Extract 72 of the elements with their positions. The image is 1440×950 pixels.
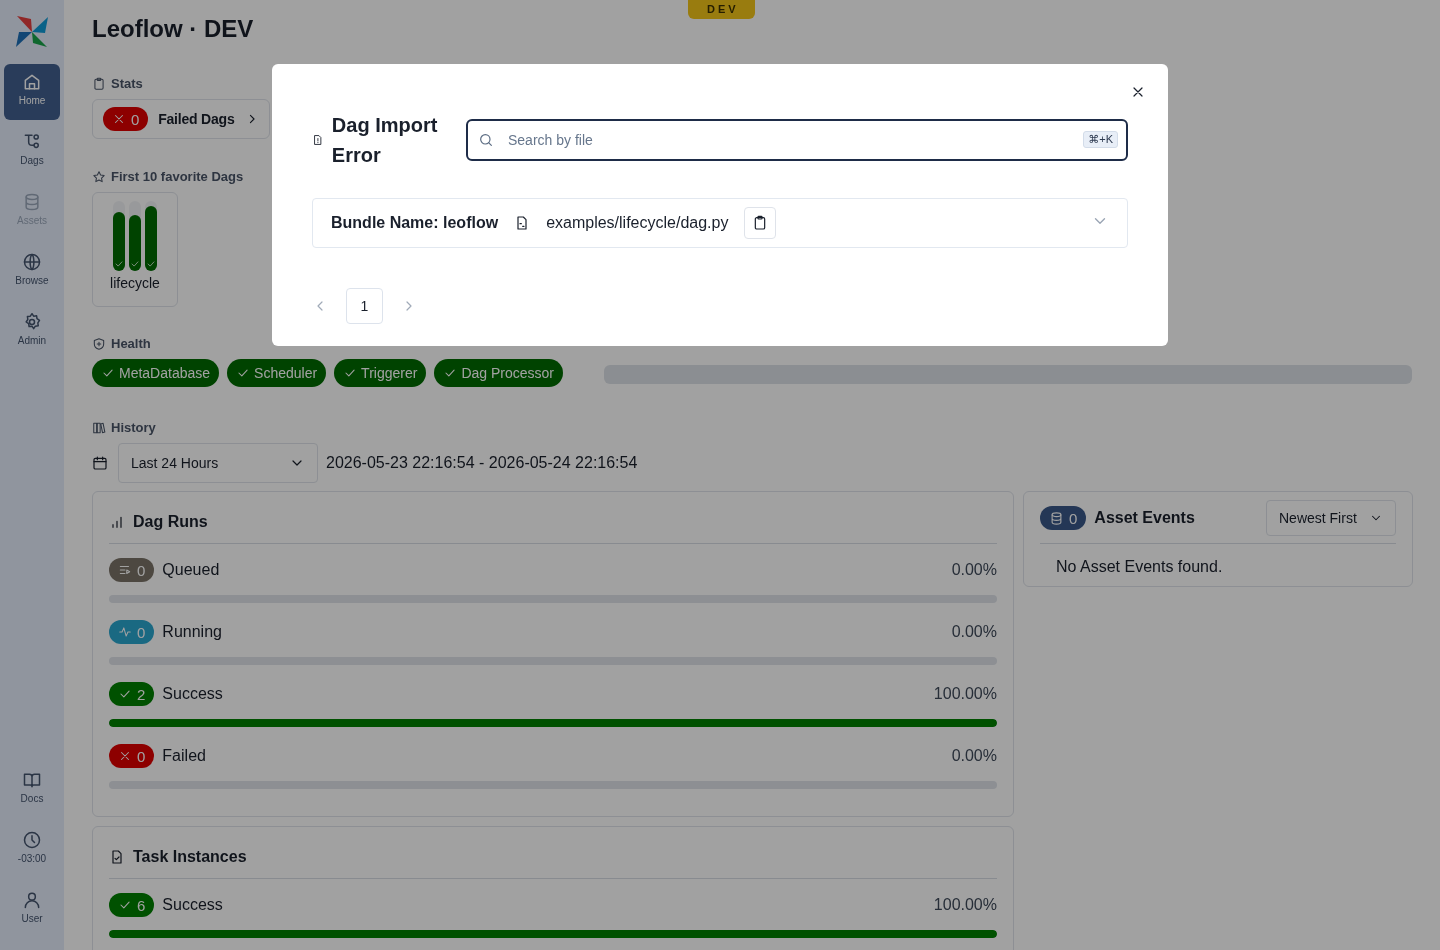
book-icon xyxy=(22,770,42,790)
state-badge: 0 xyxy=(109,620,155,644)
state-badge: 6 xyxy=(109,893,155,917)
sidebar-item[interactable]: Dags xyxy=(4,124,60,180)
file-path: examples/lifecycle/dag.py xyxy=(546,214,729,232)
card-title: Dag Runs xyxy=(133,513,208,531)
date-range: 2026-05-23 22:16:54 - 2026-05-24 22:16:54 xyxy=(326,454,638,472)
asset-count-badge: 0 xyxy=(1040,506,1087,530)
health-status: Dag Processor xyxy=(434,359,563,387)
document-check-icon xyxy=(109,849,125,865)
state-badge: 2 xyxy=(109,682,155,706)
keyboard-shortcut: ⌘+K xyxy=(1083,131,1118,148)
import-error-row[interactable]: Bundle Name: leoflow examples/lifecycle/dag.py xyxy=(312,198,1128,248)
clipboard-icon xyxy=(92,76,106,91)
pinwheel-logo xyxy=(14,14,50,50)
environment-badge: DEV xyxy=(688,0,755,19)
modal-title: Dag Import Error xyxy=(331,113,439,168)
shield-icon xyxy=(92,336,106,351)
copy-button[interactable] xyxy=(744,207,777,239)
sidebar-item[interactable]: Browse xyxy=(4,244,60,300)
health-status: Triggerer xyxy=(334,359,427,387)
page-title: Leoflow · DEV xyxy=(92,14,255,44)
state-label: Success xyxy=(162,685,224,703)
database-icon xyxy=(22,192,42,212)
section-label: Stats xyxy=(111,76,143,91)
percentage: 0.00% xyxy=(951,623,997,641)
state-badge: 0 xyxy=(109,558,155,582)
state-badge: 0 xyxy=(103,107,149,131)
sidebar-item[interactable]: -03:00 xyxy=(4,822,60,878)
clock-icon xyxy=(22,830,42,850)
home-icon xyxy=(22,72,42,92)
sort-select[interactable]: Newest First xyxy=(1266,500,1396,536)
empty-message: No Asset Events found. xyxy=(1055,557,1224,576)
state-label: Queued xyxy=(162,561,221,579)
section-label: Health xyxy=(111,336,151,351)
failed-dags-button[interactable]: 0 Failed Dags xyxy=(92,99,270,139)
close-icon xyxy=(118,749,132,763)
percentage: 0.00% xyxy=(951,561,997,579)
globe-icon xyxy=(22,252,42,272)
star-icon xyxy=(92,169,106,184)
state-label: Success xyxy=(162,896,224,914)
bar-chart-icon xyxy=(109,514,125,530)
file-alert-icon xyxy=(312,132,324,148)
database-icon xyxy=(1049,510,1064,526)
section-label: First 10 favorite Dags xyxy=(111,169,244,184)
user-icon xyxy=(22,890,42,910)
calendar-icon xyxy=(92,455,108,471)
percentage: 100.00% xyxy=(933,685,997,703)
health-status: Scheduler xyxy=(227,359,327,387)
state-label: Failed xyxy=(162,747,207,765)
bundle-name: Bundle Name: leoflow xyxy=(331,214,499,232)
queue-icon xyxy=(118,563,132,577)
page-button[interactable]: 1 xyxy=(346,288,383,324)
state-label: Running xyxy=(162,623,223,641)
activity-icon xyxy=(118,625,132,639)
sidebar-item[interactable]: Home xyxy=(4,64,60,120)
percentage: 100.00% xyxy=(933,896,997,914)
sidebar-item[interactable]: Admin xyxy=(4,304,60,360)
dag-name: lifecycle xyxy=(110,275,160,291)
sidebar-item[interactable]: User xyxy=(4,882,60,938)
card-title: Task Instances xyxy=(133,848,247,866)
close-icon xyxy=(112,112,126,126)
sidebar-item[interactable]: Docs xyxy=(4,762,60,818)
search-icon xyxy=(478,132,494,148)
health-status: MetaDatabase xyxy=(92,359,220,387)
books-icon xyxy=(92,420,106,435)
state-badge: 0 xyxy=(109,744,155,768)
section-label: History xyxy=(111,420,156,435)
time-range-select[interactable]: Last 24 Hours xyxy=(118,443,318,483)
favorite-dag-card[interactable]: lifecycle xyxy=(92,192,178,307)
card-title: Asset Events xyxy=(1094,509,1195,527)
percentage: 0.00% xyxy=(951,747,997,765)
